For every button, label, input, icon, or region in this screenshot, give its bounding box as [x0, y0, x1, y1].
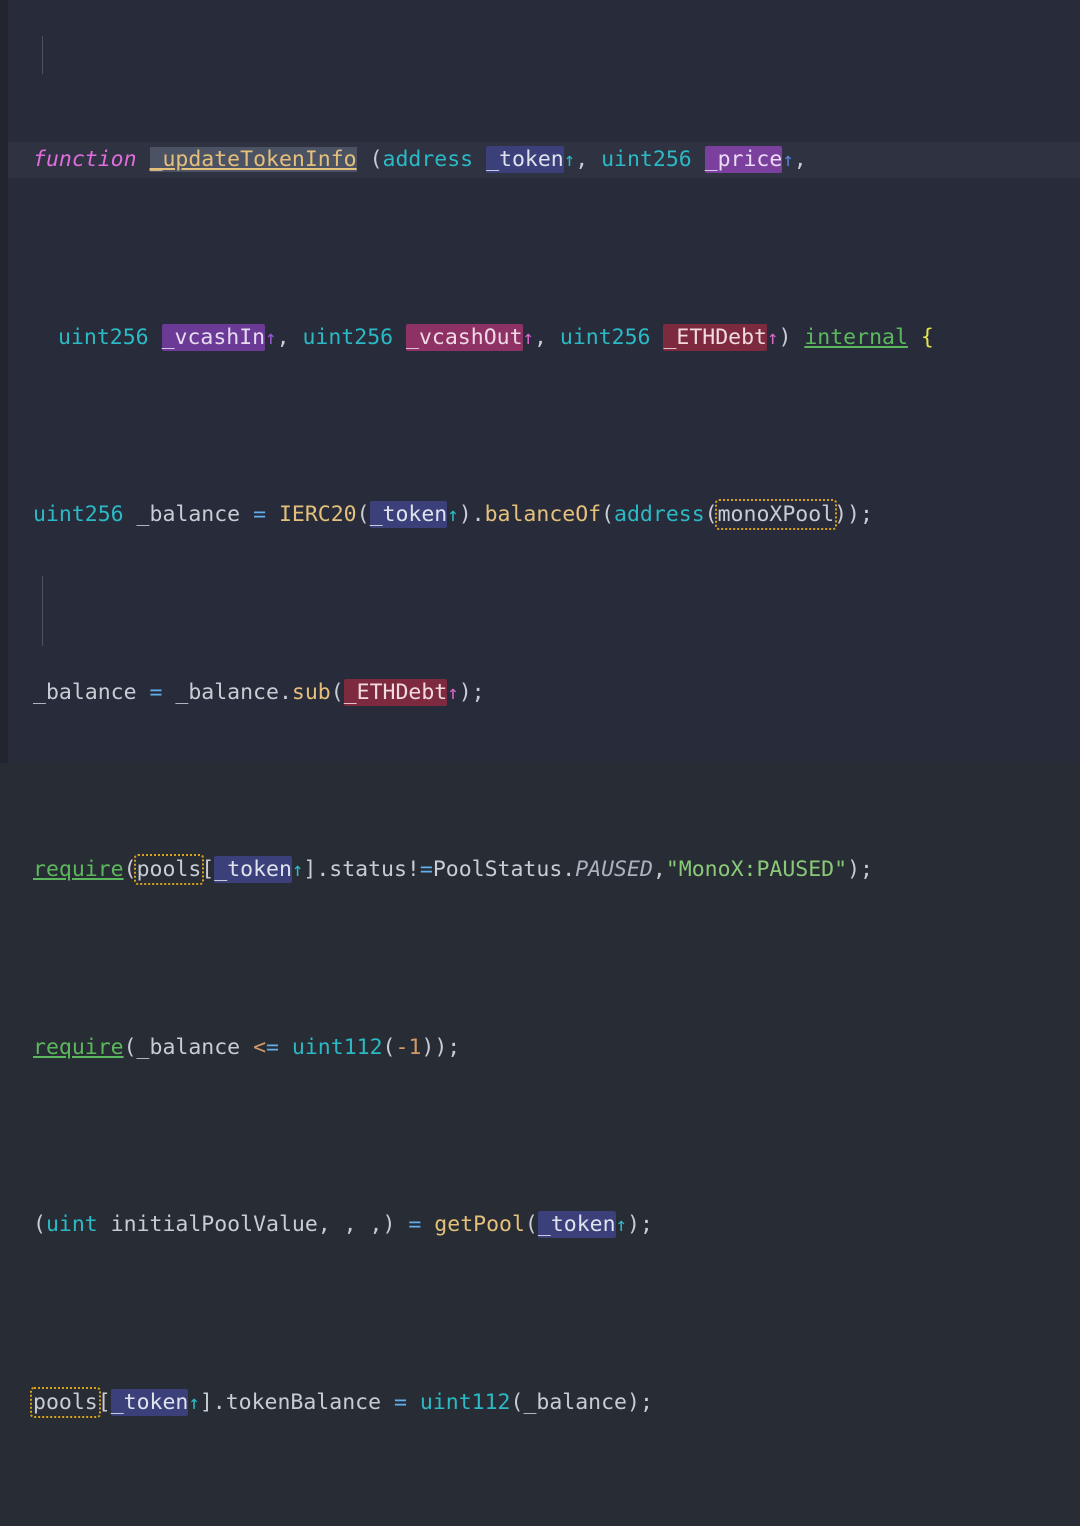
up-arrow-icon: ↑ — [782, 149, 794, 171]
up-arrow-icon: ↑ — [563, 149, 576, 171]
type-uint: uint — [45, 1212, 98, 1237]
up-arrow-icon: ↑ — [447, 504, 459, 526]
operator-assign: = — [253, 502, 267, 527]
code-content[interactable]: function _updateTokenInfo (address _toke… — [8, 0, 1080, 1526]
punctuation: ( — [601, 502, 615, 527]
code-line[interactable]: require(pools[_token↑].status!=PoolStatu… — [8, 852, 1080, 888]
type-uint256: uint256 — [302, 324, 394, 350]
param-vcashin[interactable]: _vcashIn — [161, 323, 266, 351]
up-arrow-icon: ↑ — [447, 681, 459, 704]
param-token[interactable]: _token — [486, 146, 564, 173]
param-vcashout[interactable]: _vcashOut — [406, 323, 523, 351]
param-token[interactable]: _token — [537, 1211, 616, 1238]
param-ethdebt[interactable]: _ETHDebt — [663, 323, 767, 351]
number-one: 1 — [408, 1034, 422, 1060]
code-line[interactable]: (uint initialPoolValue, , ,) = getPool(_… — [8, 1207, 1080, 1243]
var-balance[interactable]: _balance — [124, 502, 253, 527]
editor-gutter — [0, 0, 8, 763]
punctuation: , — [533, 324, 560, 350]
punctuation: )); — [834, 502, 873, 527]
code-line[interactable]: pools[_token↑].tokenBalance = uint112(_b… — [8, 1385, 1080, 1421]
operator-minus: - — [395, 1034, 409, 1060]
punctuation: ); — [627, 1212, 653, 1237]
expr-balance: (_balance); — [510, 1389, 653, 1415]
keyword-require: require — [33, 857, 124, 882]
up-arrow-icon: ↑ — [615, 1214, 627, 1236]
function-getpool[interactable]: getPool — [421, 1212, 525, 1237]
punctuation: , — [276, 324, 303, 350]
punctuation: ( — [524, 1212, 538, 1237]
punctuation: ) — [778, 324, 805, 350]
punctuation: ( — [704, 502, 718, 527]
punctuation: , — [793, 147, 807, 172]
operator-assign: = — [149, 679, 163, 705]
up-arrow-icon: ↑ — [291, 859, 304, 881]
type-address: address — [382, 147, 474, 172]
punctuation: ( — [382, 1034, 396, 1060]
operator-assign: = — [393, 1389, 407, 1415]
var-initialpoolvalue[interactable]: initialPoolValue, , ,) — [98, 1212, 409, 1237]
up-arrow-icon: ↑ — [188, 1391, 200, 1414]
string-monox-paused: "MonoX:PAUSED" — [665, 857, 848, 882]
param-ethdebt[interactable]: _ETHDebt — [343, 678, 448, 706]
code-line[interactable]: require(_balance <= uint112(-1)); — [8, 1030, 1080, 1066]
code-editor[interactable]: function _updateTokenInfo (address _toke… — [0, 0, 1080, 1418]
operator-assign: = — [408, 1212, 422, 1237]
var-pools[interactable]: pools — [133, 854, 205, 885]
member-status: ].status! — [303, 857, 420, 882]
code-line[interactable]: uint256 _vcashIn↑, uint256 _vcashOut↑, u… — [8, 320, 1080, 356]
enum-poolstatus: PoolStatus. — [432, 857, 576, 882]
operator-lt: < — [253, 1034, 267, 1060]
type-uint256: uint256 — [33, 502, 124, 527]
code-line[interactable]: uint256 _balance = IERC20(_token↑).balan… — [8, 497, 1080, 533]
punctuation: )); — [421, 1034, 461, 1060]
up-arrow-icon: ↑ — [265, 326, 277, 349]
punctuation: ( — [356, 502, 370, 527]
type-uint256: uint256 — [58, 324, 149, 350]
method-sub[interactable]: sub — [292, 680, 331, 705]
type-uint256: uint256 — [559, 324, 651, 350]
keyword-require: require — [33, 1034, 124, 1060]
brace-open: { — [920, 324, 934, 350]
punctuation: ( — [330, 679, 344, 705]
param-token[interactable]: _token — [110, 1388, 189, 1416]
up-arrow-icon: ↑ — [522, 326, 534, 349]
member-tokenbalance: ].tokenBalance — [199, 1389, 394, 1415]
punctuation: ( — [356, 147, 383, 172]
type-uint112: uint112 — [406, 1389, 511, 1415]
var-pools[interactable]: pools — [30, 1386, 101, 1418]
punctuation: , — [575, 147, 602, 172]
param-token[interactable]: _token — [369, 501, 448, 528]
punctuation: ( — [123, 857, 137, 882]
keyword-function: function — [33, 147, 137, 172]
code-line[interactable]: _balance = _balance.sub(_ETHDebt↑); — [8, 675, 1080, 711]
punctuation: , — [652, 857, 666, 882]
param-price[interactable]: _price — [704, 146, 783, 173]
punctuation: ); — [458, 679, 485, 705]
type-uint256: uint256 — [601, 147, 692, 172]
type-uint112: uint112 — [278, 1034, 383, 1060]
punctuation: ); — [847, 857, 873, 882]
enum-value-paused: PAUSED — [575, 857, 653, 882]
type-address: address — [614, 502, 705, 527]
punctuation: [ — [97, 1389, 111, 1415]
contract-ierc20[interactable]: IERC20 — [266, 502, 357, 527]
var-monoxpool[interactable]: monoXPool — [714, 499, 838, 530]
code-line[interactable]: function _updateTokenInfo (address _toke… — [8, 142, 1080, 178]
operator-noteq: = — [419, 857, 433, 882]
punctuation: ). — [458, 502, 485, 527]
var-balance[interactable]: _balance — [33, 680, 150, 705]
punctuation: [ — [201, 857, 215, 882]
punctuation: ( — [33, 1212, 46, 1237]
param-token[interactable]: _token — [214, 856, 292, 883]
expr-balance-dot: _balance. — [162, 679, 292, 705]
operator-assign: = — [266, 1034, 279, 1060]
up-arrow-icon: ↑ — [767, 326, 779, 349]
keyword-internal: internal — [804, 324, 908, 350]
method-balanceof[interactable]: balanceOf — [485, 502, 602, 527]
function-name-updatetokeninfo[interactable]: _updateTokenInfo — [149, 147, 357, 172]
expr-balance: (_balance — [123, 1034, 254, 1060]
